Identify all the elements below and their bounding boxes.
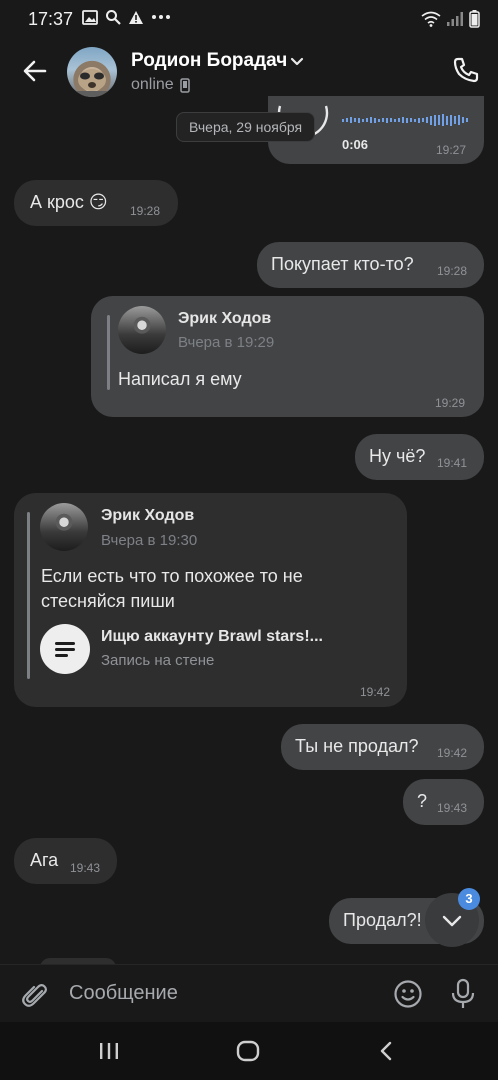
message-text: Покупает кто-то? [271,254,414,274]
back-arrow-icon[interactable] [20,56,50,86]
contact-name[interactable]: Родион Борадач [131,50,287,72]
message-input[interactable]: Сообщение [69,982,178,1005]
attach-icon[interactable] [20,980,50,1010]
incoming-message[interactable]: А крос 😏 19:28 [14,180,178,226]
status-system-icons [421,10,480,28]
warning-icon [129,10,143,24]
status-notification-icons [82,9,171,25]
battery-icon [469,10,480,28]
forward-author-name[interactable]: Эрик Ходов [101,507,194,525]
wall-post-attachment-icon[interactable] [40,624,90,674]
gallery-icon [82,9,98,25]
message-text: А крос 😏 [30,192,108,212]
outgoing-message[interactable]: Ну чё? 19:41 [355,434,484,480]
message-composer: Сообщение [0,964,498,1022]
status-bar: 17:37 [0,0,498,38]
chevron-down-icon[interactable] [289,53,305,69]
forward-author-name[interactable]: Эрик Ходов [178,310,271,328]
status-time: 17:37 [28,9,74,29]
message-time: 19:43 [437,801,468,815]
message-time: 19:41 [437,456,468,470]
voice-duration: 0:06 [342,137,369,152]
forward-date: Вчера в 19:29 [178,334,275,351]
message-time: 19:28 [437,264,468,278]
message-text-line-2: стесняйся пиши [41,591,175,611]
home-icon[interactable] [236,1040,260,1062]
message-text: Ага [30,850,59,870]
forwarded-message[interactable]: Эрик Ходов Вчера в 19:30 Если есть что т… [14,493,407,707]
message-time: 19:42 [360,685,391,699]
outgoing-message[interactable]: Покупает кто-то? 19:28 [257,242,484,288]
incoming-message[interactable]: Ага 19:43 [14,838,117,884]
online-status-text: online [131,76,174,93]
forward-author-avatar[interactable] [118,306,166,354]
outgoing-message[interactable]: Ты не продал? 19:42 [281,724,484,770]
message-text: Ну чё? [369,446,426,466]
wall-post-subtitle: Запись на стене [101,652,215,669]
more-notifications-icon [152,15,170,19]
message-time: 19:27 [436,143,467,157]
contact-avatar[interactable] [67,47,117,97]
search-icon [106,10,121,25]
wall-post-title[interactable]: Ищю аккаунту Brawl stars!... [101,628,323,646]
recent-apps-icon[interactable] [98,1041,120,1061]
back-icon[interactable] [376,1040,396,1062]
message-time: 19:28 [130,204,161,218]
quote-bar [107,315,110,390]
message-time: 19:43 [70,861,101,875]
document-icon [55,642,75,657]
message-time: 19:29 [435,396,466,410]
message-text: Продал?! [343,910,422,930]
message-text: ? [417,791,428,811]
voice-waveform[interactable] [342,114,470,126]
forward-date: Вчера в 19:30 [101,532,198,549]
outgoing-message[interactable]: ? 19:43 [403,779,484,825]
message-text-line-1: Если есть что то похожее то не [41,566,303,586]
message-text: Написал я ему [118,369,242,389]
date-separator: Вчера, 29 ноября [176,112,316,142]
emoji-icon[interactable] [393,979,423,1009]
message-text: Ты не продал? [295,736,419,756]
message-time: 19:42 [437,746,468,760]
contact-status: online [131,76,190,94]
phone-icon[interactable] [452,56,480,84]
microphone-icon[interactable] [450,978,476,1010]
system-navigation-bar [0,1022,498,1080]
signal-icon [447,12,463,26]
quote-bar [27,512,30,679]
wifi-icon [421,11,441,27]
forward-author-avatar[interactable] [40,503,88,551]
unread-count-badge: 3 [458,888,480,910]
forwarded-message[interactable]: Эрик Ходов Вчера в 19:29 Написал я ему 1… [91,296,484,417]
mobile-device-icon [179,77,190,93]
